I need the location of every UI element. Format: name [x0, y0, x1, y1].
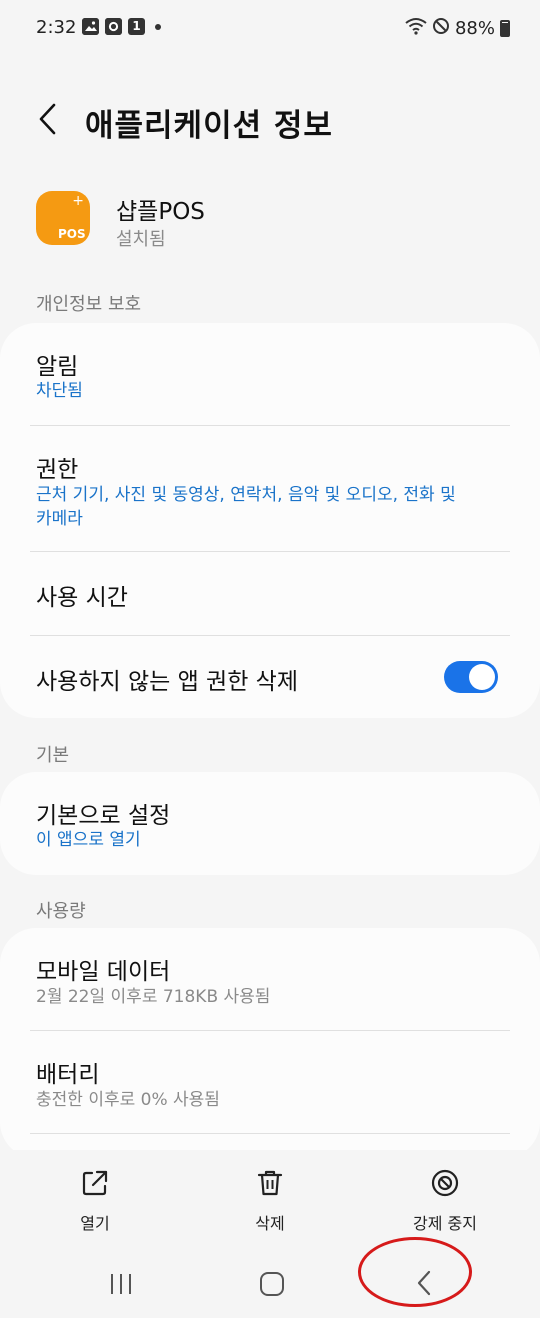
one-notification-icon: 1 — [128, 18, 145, 35]
force-stop-label: 강제 중지 — [413, 1214, 477, 1233]
notifications-item[interactable]: 알림 차단됨 — [36, 323, 510, 425]
screen-time-title: 사용 시간 — [36, 585, 128, 611]
remove-unused-permissions-toggle[interactable] — [444, 661, 498, 693]
open-label: 열기 — [80, 1214, 110, 1233]
open-icon — [35, 1168, 155, 1198]
battery-icon — [500, 20, 510, 37]
permissions-title: 권한 — [36, 457, 79, 483]
battery-item[interactable]: 배터리 충전한 이후로 0% 사용됨 — [36, 1031, 510, 1134]
privacy-card: 알림 차단됨 권한 근처 기기, 사진 및 동영상, 연락처, 음악 및 오디오… — [0, 323, 540, 718]
status-right: 88% — [405, 17, 510, 40]
permissions-value-line2: 카메라 — [36, 509, 83, 529]
notifications-value: 차단됨 — [36, 381, 83, 401]
battery-value: 충전한 이후로 0% 사용됨 — [36, 1090, 220, 1110]
mobile-data-title: 모바일 데이터 — [36, 959, 171, 985]
defaults-card: 기본으로 설정 이 앱으로 열기 — [0, 772, 540, 875]
notification-icons: 1 — [82, 18, 161, 35]
more-notifications-dot — [155, 23, 161, 30]
set-default-title: 기본으로 설정 — [36, 803, 171, 829]
usage-card: 모바일 데이터 2월 22일 이후로 718KB 사용됨 배터리 충전한 이후로… — [0, 928, 540, 1158]
mobile-data-value: 2월 22일 이후로 718KB 사용됨 — [36, 987, 271, 1007]
app-name: 샵플POS — [116, 199, 205, 225]
status-bar: 2:32 1 88% — [0, 0, 540, 56]
annotation-circle — [358, 1237, 472, 1307]
force-stop-icon — [385, 1168, 505, 1198]
section-label-defaults: 기본 — [36, 745, 70, 766]
screen-time-item[interactable]: 사용 시간 — [36, 552, 510, 635]
permissions-item[interactable]: 권한 근처 기기, 사진 및 동영상, 연락처, 음악 및 오디오, 전화 및 … — [36, 426, 510, 551]
mobile-data-item[interactable]: 모바일 데이터 2월 22일 이후로 718KB 사용됨 — [36, 928, 510, 1030]
set-default-value: 이 앱으로 열기 — [36, 830, 141, 850]
section-label-usage: 사용량 — [36, 901, 86, 922]
app-icon-plus: + — [72, 193, 84, 209]
divider — [30, 1133, 510, 1134]
status-time: 2:32 — [36, 17, 77, 38]
uninstall-button[interactable]: 삭제 — [210, 1168, 330, 1234]
remove-unused-permissions-title: 사용하지 않는 앱 권한 삭제 — [36, 669, 299, 695]
uninstall-label: 삭제 — [255, 1214, 285, 1233]
gallery-notification-icon — [82, 18, 99, 35]
home-icon[interactable] — [242, 1262, 302, 1302]
section-label-privacy: 개인정보 보호 — [36, 294, 142, 315]
app-bar: 애플리케이션 정보 — [0, 84, 540, 154]
app-icon-text: POS — [58, 227, 86, 241]
notifications-title: 알림 — [36, 354, 79, 380]
do-not-disturb-icon — [432, 17, 450, 40]
bottom-action-bar: 열기 삭제 강제 중지 — [0, 1150, 540, 1250]
page-title: 애플리케이션 정보 — [85, 108, 333, 144]
app-install-status: 설치됨 — [116, 229, 166, 250]
remove-unused-permissions-item[interactable]: 사용하지 않는 앱 권한 삭제 — [36, 636, 510, 718]
battery-title: 배터리 — [36, 1062, 100, 1088]
back-arrow-icon[interactable] — [34, 102, 64, 136]
wifi-icon — [405, 17, 427, 40]
toggle-knob — [469, 664, 495, 690]
permissions-value-line1: 근처 기기, 사진 및 동영상, 연락처, 음악 및 오디오, 전화 및 — [36, 485, 456, 505]
recent-apps-icon[interactable] — [91, 1262, 151, 1302]
set-default-item[interactable]: 기본으로 설정 이 앱으로 열기 — [36, 772, 510, 875]
force-stop-button[interactable]: 강제 중지 — [385, 1168, 505, 1234]
trash-icon — [210, 1168, 330, 1198]
app-icon: + POS — [36, 191, 90, 245]
battery-percent: 88% — [454, 18, 495, 39]
open-button[interactable]: 열기 — [35, 1168, 155, 1234]
file-notification-icon — [105, 18, 122, 35]
app-summary: + POS 샵플POS 설치됨 — [36, 188, 506, 258]
